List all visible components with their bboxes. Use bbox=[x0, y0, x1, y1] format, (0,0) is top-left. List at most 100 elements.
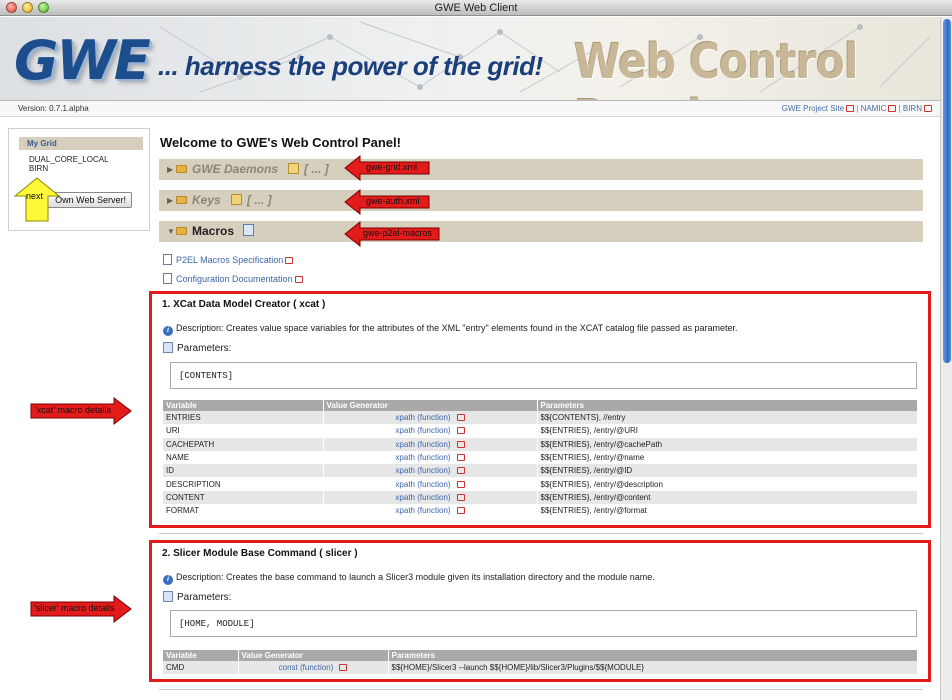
value-generator-link[interactable]: xpath (function) bbox=[395, 493, 450, 502]
value-generator-link[interactable]: xpath (function) bbox=[395, 466, 450, 475]
xcat-variable-cell: CONTENT bbox=[163, 490, 324, 505]
column-variable: Variable bbox=[163, 650, 239, 661]
external-link-icon bbox=[456, 493, 465, 501]
divider bbox=[159, 533, 923, 534]
window-titlebar: GWE Web Client bbox=[0, 0, 952, 16]
slicer-details-annotation-label: 'slicer' macro details bbox=[34, 603, 115, 613]
header-links: GWE Project Site | NAMIC | BIRN bbox=[782, 104, 932, 113]
macro-xcat-title: 1. XCat Data Model Creator ( xcat ) bbox=[162, 299, 326, 310]
next-annotation-arrow: next bbox=[13, 177, 61, 222]
table-row: NAME xpath (function) $${ENTRIES}, /entry/… bbox=[163, 450, 918, 465]
gwe-auth-annotation-label: gwe-auth.xml bbox=[366, 196, 420, 206]
grid-item-dual-core-local[interactable]: DUAL_CORE_LOCAL bbox=[29, 155, 109, 164]
external-link-icon bbox=[456, 414, 465, 422]
slicer-details-annotation: 'slicer' macro details bbox=[30, 595, 132, 623]
xcat-parameters-cell: $${CONTENTS}, //entry bbox=[537, 411, 918, 425]
vertical-scrollbar[interactable] bbox=[940, 17, 952, 700]
xcat-value-generator-cell[interactable]: xpath (function) bbox=[323, 424, 538, 438]
table-row: CACHEPATH xpath (function) $${ENTRIES}, /e… bbox=[163, 437, 918, 451]
external-link-icon bbox=[456, 440, 465, 448]
external-link-icon bbox=[456, 480, 465, 488]
gwe-p2el-annotation: gwe-p2el-macros bbox=[344, 221, 440, 247]
value-generator-link[interactable]: xpath (function) bbox=[395, 426, 450, 435]
xcat-variable-cell: URI bbox=[163, 424, 324, 438]
divider bbox=[159, 689, 923, 690]
value-generator-link[interactable]: xpath (function) bbox=[395, 453, 450, 462]
version-bar: Version: 0.7.1.alpha GWE Project Site | … bbox=[0, 100, 940, 117]
column-parameters: Parameters bbox=[537, 400, 918, 411]
xcat-value-generator-cell[interactable]: xpath (function) bbox=[323, 450, 538, 465]
macro-xcat-params: Parameters: bbox=[163, 342, 231, 354]
external-link-icon bbox=[294, 276, 303, 283]
configuration-documentation-link-label[interactable]: Configuration Documentation bbox=[176, 274, 293, 284]
document-icon[interactable] bbox=[243, 224, 254, 236]
xcat-variable-cell: ID bbox=[163, 464, 324, 478]
edit-icon[interactable] bbox=[231, 194, 242, 205]
page-title: Welcome to GWE's Web Control Panel! bbox=[160, 135, 401, 150]
info-icon: i bbox=[163, 575, 173, 585]
external-link-icon bbox=[456, 507, 465, 515]
section-gwe-daemons[interactable]: ▶ GWE Daemons [ ... ] bbox=[159, 159, 923, 180]
value-generator-link[interactable]: const (function) bbox=[279, 663, 334, 672]
xcat-value-generator-cell[interactable]: xpath (function) bbox=[323, 437, 538, 451]
xcat-parameters-cell: $${ENTRIES}, /entry/@description bbox=[537, 477, 918, 491]
chevron-right-icon: ▶ bbox=[167, 196, 174, 205]
macro-xcat-rows: ENTRIES xpath (function) $${CONTENTS}, //e… bbox=[163, 411, 918, 518]
xcat-details-annotation-label: 'xcat' macro details bbox=[35, 405, 111, 415]
macro-xcat-box: 1. XCat Data Model Creator ( xcat ) i Des… bbox=[149, 291, 931, 528]
gwe-project-site-link[interactable]: GWE Project Site bbox=[782, 104, 844, 113]
section-keys-label: Keys bbox=[192, 193, 221, 207]
version-label: Version: 0.7.1.alpha bbox=[18, 104, 89, 113]
folder-icon bbox=[176, 165, 187, 173]
slicer-value-generator-cell[interactable]: const (function) bbox=[238, 661, 389, 675]
external-link-icon bbox=[924, 105, 932, 112]
xcat-variable-cell: FORMAT bbox=[163, 504, 324, 518]
section-gwe-daemons-label: GWE Daemons bbox=[192, 162, 279, 176]
parameters-icon bbox=[163, 342, 173, 353]
chevron-right-icon: ▶ bbox=[167, 165, 174, 174]
xcat-variable-cell: CACHEPATH bbox=[163, 437, 324, 451]
namic-link[interactable]: NAMIC bbox=[861, 104, 887, 113]
xcat-parameters-cell: $${ENTRIES}, /entry/@URI bbox=[537, 424, 918, 438]
my-grid-header[interactable]: My Grid bbox=[19, 137, 143, 150]
table-row: ID xpath (function) $${ENTRIES}, /entry/@I… bbox=[163, 464, 918, 478]
banner: GWE ... harness the power of the grid! W… bbox=[0, 17, 940, 100]
section-macros[interactable]: ▼ Macros bbox=[159, 221, 923, 242]
value-generator-link[interactable]: xpath (function) bbox=[395, 480, 450, 489]
edit-icon[interactable] bbox=[288, 163, 299, 174]
xcat-variable-cell: DESCRIPTION bbox=[163, 477, 324, 491]
p2el-spec-link-label[interactable]: P2EL Macros Specification bbox=[176, 255, 283, 265]
xcat-value-generator-cell[interactable]: xpath (function) bbox=[323, 464, 538, 478]
value-generator-link[interactable]: xpath (function) bbox=[395, 440, 450, 449]
birn-link[interactable]: BIRN bbox=[903, 104, 922, 113]
gwe-logo: GWE bbox=[14, 29, 151, 92]
column-value-generator: Value Generator bbox=[323, 400, 538, 411]
macro-slicer-box: 2. Slicer Module Base Command ( slicer )… bbox=[149, 540, 931, 682]
section-keys[interactable]: ▶ Keys [ ... ] bbox=[159, 190, 923, 211]
xcat-variable-cell: NAME bbox=[163, 450, 324, 465]
section-keys-dots[interactable]: [ ... ] bbox=[247, 193, 272, 207]
xcat-value-generator-cell[interactable]: xpath (function) bbox=[323, 477, 538, 491]
xcat-parameters-cell: $${ENTRIES}, /entry/@cachePath bbox=[537, 437, 918, 451]
table-row: ENTRIES xpath (function) $${CONTENTS}, //e… bbox=[163, 411, 918, 425]
p2el-spec-link[interactable]: P2EL Macros Specification bbox=[163, 254, 294, 265]
configuration-documentation-link[interactable]: Configuration Documentation bbox=[163, 273, 303, 284]
table-row: URI xpath (function) $${ENTRIES}, /entry/@… bbox=[163, 424, 918, 438]
value-generator-link[interactable]: xpath (function) bbox=[395, 413, 450, 422]
section-gwe-daemons-dots[interactable]: [ ... ] bbox=[304, 162, 329, 176]
xcat-details-annotation: 'xcat' macro details bbox=[30, 397, 132, 425]
xcat-value-generator-cell[interactable]: xpath (function) bbox=[323, 504, 538, 518]
macro-slicer-contents: [HOME, MODULE] bbox=[170, 610, 917, 637]
macro-slicer-description-text: Description: Creates the base command to… bbox=[176, 572, 655, 582]
page-icon bbox=[163, 273, 172, 284]
scrollbar-thumb[interactable] bbox=[943, 19, 951, 363]
parameters-icon bbox=[163, 591, 173, 602]
gwe-p2el-annotation-label: gwe-p2el-macros bbox=[363, 228, 433, 238]
xcat-value-generator-cell[interactable]: xpath (function) bbox=[323, 490, 538, 505]
macro-xcat-params-label: Parameters: bbox=[177, 343, 232, 354]
grid-item-birn[interactable]: BIRN bbox=[29, 164, 48, 173]
macro-slicer-description: i Description: Creates the base command t… bbox=[163, 572, 655, 585]
macro-slicer-rows: CMD const (function) $${HOME}/Slicer3 --la… bbox=[163, 661, 918, 675]
xcat-value-generator-cell[interactable]: xpath (function) bbox=[323, 411, 538, 425]
value-generator-link[interactable]: xpath (function) bbox=[395, 506, 450, 515]
